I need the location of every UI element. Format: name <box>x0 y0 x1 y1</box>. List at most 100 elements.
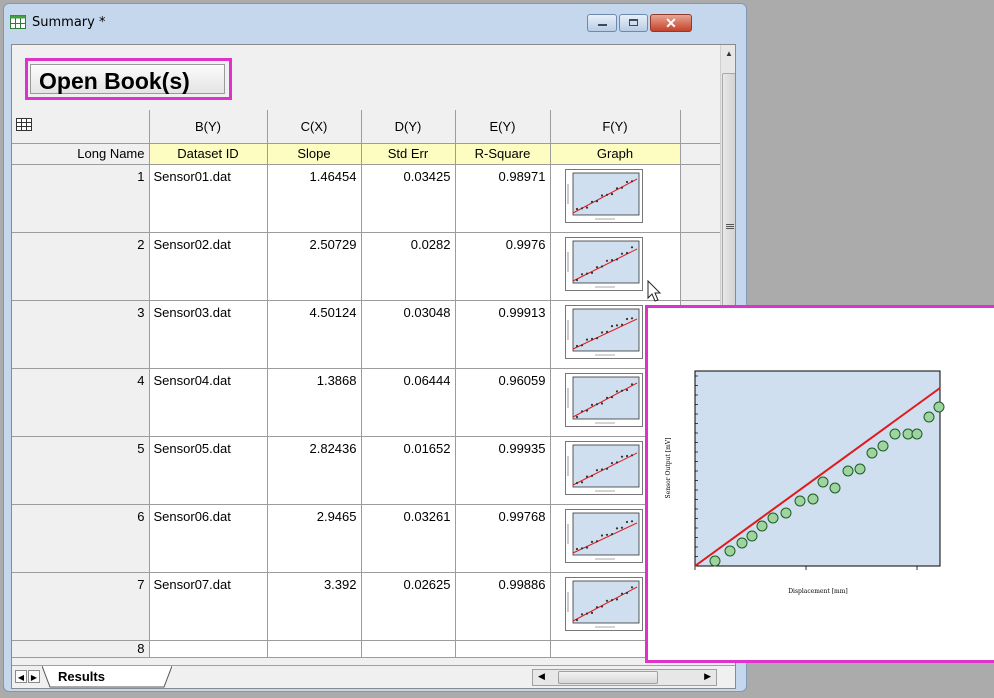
long-name-f[interactable]: Graph <box>550 143 681 165</box>
std-err-cell[interactable]: 0.03048 <box>361 300 456 369</box>
data-point <box>807 493 819 505</box>
data-point <box>724 545 736 557</box>
title-bar[interactable]: Summary * ✕ <box>4 4 746 36</box>
table-cell[interactable] <box>455 640 551 658</box>
long-name-c[interactable]: Slope <box>267 143 362 165</box>
row-number[interactable]: 4 <box>12 368 150 437</box>
long-name-row: Long Name Dataset ID Slope Std Err R-Squ… <box>12 143 720 165</box>
graph-thumbnail[interactable] <box>564 508 643 563</box>
row-number[interactable]: 2 <box>12 232 150 301</box>
row-number[interactable]: 3 <box>12 300 150 369</box>
graph-thumbnail[interactable] <box>564 236 643 291</box>
column-header-c[interactable]: C(X) <box>267 110 362 144</box>
row-filler <box>680 232 720 301</box>
row-number[interactable]: 7 <box>12 572 150 641</box>
graph-thumbnail[interactable] <box>564 372 643 427</box>
close-button[interactable]: ✕ <box>650 14 692 32</box>
std-err-cell[interactable]: 0.03261 <box>361 504 456 573</box>
data-point <box>746 530 758 542</box>
corner-cell[interactable] <box>12 110 150 144</box>
r-square-cell[interactable]: 0.99886 <box>455 572 551 641</box>
scroll-right-icon[interactable]: ▶ <box>704 671 711 682</box>
open-book-highlight: Open Book(s) <box>25 58 232 100</box>
r-square-cell[interactable]: 0.96059 <box>455 368 551 437</box>
minimize-button[interactable] <box>587 14 617 32</box>
data-point <box>817 476 829 488</box>
dataset-id-cell[interactable]: Sensor02.dat <box>149 232 268 301</box>
next-sheet-icon[interactable]: ▶ <box>28 670 40 683</box>
table-row: 7 Sensor07.dat 3.392 0.02625 0.99886 <box>12 572 720 641</box>
std-err-cell[interactable]: 0.02625 <box>361 572 456 641</box>
table-row: 3 Sensor03.dat 4.50124 0.03048 0.99913 <box>12 300 720 369</box>
sheet-tab-results[interactable]: Results <box>42 666 172 688</box>
table-cell[interactable] <box>267 640 362 658</box>
data-point <box>889 428 901 440</box>
row-number[interactable]: 8 <box>12 640 150 658</box>
grip-icon <box>726 224 734 225</box>
dataset-id-cell[interactable]: Sensor03.dat <box>149 300 268 369</box>
graph-preview: Sensor Output [mV] Displacement [mm] <box>665 370 945 595</box>
r-square-cell[interactable]: 0.9976 <box>455 232 551 301</box>
scroll-left-icon[interactable]: ◀ <box>538 671 545 682</box>
graph-thumbnail[interactable] <box>564 576 643 631</box>
long-name-filler <box>680 143 720 165</box>
std-err-cell[interactable]: 0.01652 <box>361 436 456 505</box>
open-books-button[interactable]: Open Book(s) <box>30 64 225 94</box>
plot-area <box>694 370 941 567</box>
horizontal-scroll-thumb[interactable] <box>558 671 658 684</box>
table-row: 2 Sensor02.dat 2.50729 0.0282 0.9976 <box>12 232 720 301</box>
table-row: 1 Sensor01.dat 1.46454 0.03425 0.98971 <box>12 164 720 233</box>
slope-cell[interactable]: 3.392 <box>267 572 362 641</box>
slope-cell[interactable]: 1.46454 <box>267 164 362 233</box>
column-header-f[interactable]: F(Y) <box>550 110 681 144</box>
std-err-cell[interactable]: 0.03425 <box>361 164 456 233</box>
row-number[interactable]: 1 <box>12 164 150 233</box>
r-square-cell[interactable]: 0.98971 <box>455 164 551 233</box>
table-cell[interactable] <box>361 640 456 658</box>
slope-cell[interactable]: 2.9465 <box>267 504 362 573</box>
column-header-b[interactable]: B(Y) <box>149 110 268 144</box>
mouse-cursor-icon <box>647 280 662 302</box>
maximize-button[interactable] <box>619 14 648 32</box>
sheet-grid-icon <box>16 118 32 132</box>
prev-sheet-icon[interactable]: ◀ <box>15 670 27 683</box>
data-point <box>756 520 768 532</box>
slope-cell[interactable]: 4.50124 <box>267 300 362 369</box>
long-name-d[interactable]: Std Err <box>361 143 456 165</box>
scroll-up-icon[interactable]: ▲ <box>723 49 735 61</box>
dataset-id-cell[interactable]: Sensor04.dat <box>149 368 268 437</box>
dataset-id-cell[interactable]: Sensor06.dat <box>149 504 268 573</box>
dataset-id-cell[interactable]: Sensor01.dat <box>149 164 268 233</box>
column-header-e[interactable]: E(Y) <box>455 110 551 144</box>
long-name-b[interactable]: Dataset ID <box>149 143 268 165</box>
column-header-d[interactable]: D(Y) <box>361 110 456 144</box>
data-point <box>709 555 721 567</box>
graph-preview-popup: Sensor Output [mV] Displacement [mm] <box>645 305 994 663</box>
data-point <box>877 440 889 452</box>
slope-cell[interactable]: 2.82436 <box>267 436 362 505</box>
dataset-id-cell[interactable]: Sensor05.dat <box>149 436 268 505</box>
graph-thumbnail[interactable] <box>564 440 643 495</box>
maximize-icon <box>629 19 638 26</box>
dataset-id-cell[interactable]: Sensor07.dat <box>149 572 268 641</box>
summary-window: Summary * ✕ Open Book(s) B(Y) C(X) D(Y) … <box>3 3 747 692</box>
std-err-cell[interactable]: 0.06444 <box>361 368 456 437</box>
r-square-cell[interactable]: 0.99913 <box>455 300 551 369</box>
r-square-cell[interactable]: 0.99935 <box>455 436 551 505</box>
slope-cell[interactable]: 1.3868 <box>267 368 362 437</box>
slope-cell[interactable]: 2.50729 <box>267 232 362 301</box>
long-name-e[interactable]: R-Square <box>455 143 551 165</box>
sheet-tab-label: Results <box>58 669 105 684</box>
graph-cell[interactable] <box>550 164 681 233</box>
table-row: 5 Sensor05.dat 2.82436 0.01652 0.99935 <box>12 436 720 505</box>
graph-thumbnail[interactable] <box>564 168 643 223</box>
row-number[interactable]: 6 <box>12 504 150 573</box>
horizontal-scrollbar[interactable]: ◀ ▶ <box>532 669 717 686</box>
graph-thumbnail[interactable] <box>564 304 643 359</box>
row-number[interactable]: 5 <box>12 436 150 505</box>
std-err-cell[interactable]: 0.0282 <box>361 232 456 301</box>
r-square-cell[interactable]: 0.99768 <box>455 504 551 573</box>
data-point <box>842 465 854 477</box>
table-cell[interactable] <box>149 640 268 658</box>
sheet-tab-bar: ◀ ▶ Results ◀ ▶ <box>12 665 735 688</box>
